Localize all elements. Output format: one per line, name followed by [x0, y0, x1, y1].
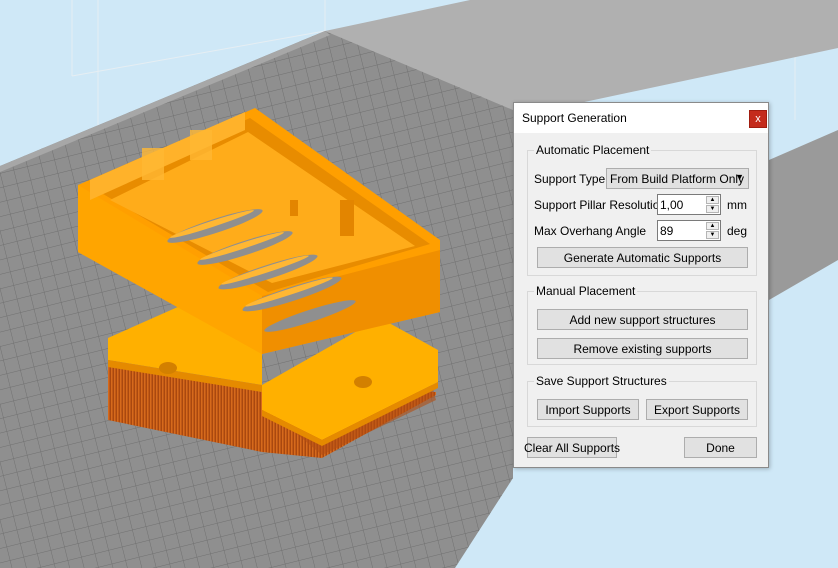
support-type-select[interactable]: From Build Platform Only ▼	[606, 168, 749, 189]
export-supports-button[interactable]: Export Supports	[646, 399, 748, 420]
automatic-placement-group: Automatic Placement Support Type From Bu…	[527, 143, 757, 276]
pillar-resolution-spinbox[interactable]: ▲ ▼	[657, 194, 721, 215]
dialog-titlebar[interactable]: Support Generation x	[514, 103, 768, 133]
support-type-value: From Build Platform Only	[610, 172, 745, 186]
spin-down-icon[interactable]: ▼	[706, 205, 719, 213]
overhang-angle-spinbox[interactable]: ▲ ▼	[657, 220, 721, 241]
import-supports-button[interactable]: Import Supports	[537, 399, 639, 420]
save-support-structures-group: Save Support Structures Import Supports …	[527, 374, 757, 427]
close-button[interactable]: x	[749, 110, 767, 128]
automatic-placement-title: Automatic Placement	[534, 143, 652, 157]
spin-up-icon[interactable]: ▲	[706, 222, 719, 230]
pillar-resolution-input[interactable]	[660, 196, 704, 213]
overhang-angle-input[interactable]	[660, 222, 704, 239]
spin-down-icon[interactable]: ▼	[706, 231, 719, 239]
pillar-resolution-label: Support Pillar Resolution	[534, 198, 667, 212]
close-icon: x	[755, 113, 761, 125]
remove-supports-button[interactable]: Remove existing supports	[537, 338, 748, 359]
manual-placement-title: Manual Placement	[534, 284, 638, 298]
support-type-label: Support Type	[534, 172, 606, 186]
add-support-structures-button[interactable]: Add new support structures	[537, 309, 748, 330]
support-generation-dialog: Support Generation x Automatic Placement…	[513, 102, 769, 468]
clear-all-supports-button[interactable]: Clear All Supports	[524, 437, 620, 458]
generate-automatic-supports-button[interactable]: Generate Automatic Supports	[537, 247, 748, 268]
chevron-down-icon: ▼	[735, 172, 744, 182]
dialog-title: Support Generation	[522, 111, 627, 125]
manual-placement-group: Manual Placement Add new support structu…	[527, 284, 757, 365]
overhang-angle-label: Max Overhang Angle	[534, 224, 647, 238]
save-support-structures-title: Save Support Structures	[534, 374, 669, 388]
pillar-resolution-unit: mm	[727, 198, 747, 212]
done-button[interactable]: Done	[684, 437, 757, 458]
spin-up-icon[interactable]: ▲	[706, 196, 719, 204]
overhang-angle-unit: deg	[727, 224, 748, 238]
